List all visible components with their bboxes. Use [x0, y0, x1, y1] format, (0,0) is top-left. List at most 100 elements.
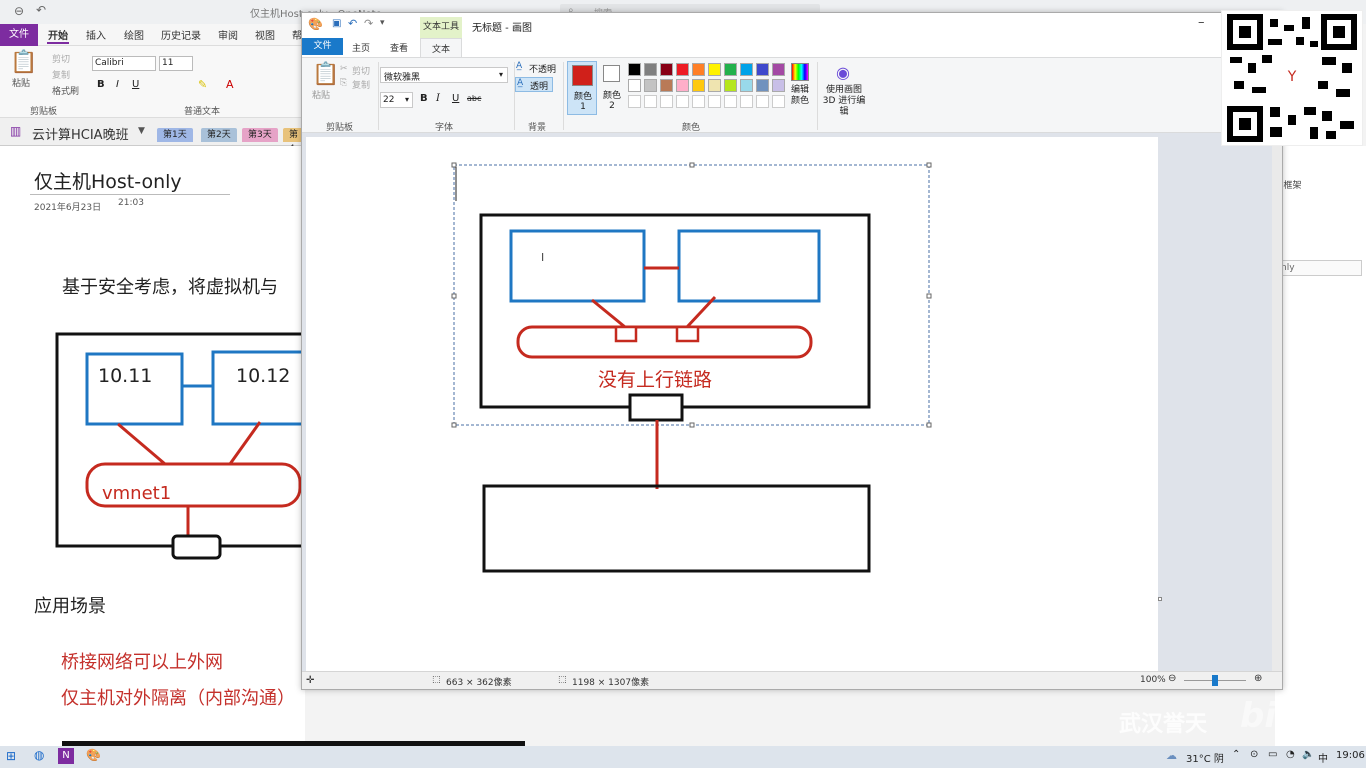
undo-icon[interactable]: ↶ [348, 17, 357, 30]
copy-icon[interactable]: ⎘ [340, 78, 347, 88]
tab-view[interactable]: 视图 [255, 27, 275, 42]
custom-color-slot[interactable] [756, 95, 769, 108]
page-title[interactable]: 仅主机Host-only [34, 167, 182, 194]
palette-swatch[interactable] [660, 63, 673, 76]
intro-line[interactable]: 基于安全考虑，将虚拟机与 [62, 273, 278, 299]
palette-swatch[interactable] [756, 79, 769, 92]
palette-swatch[interactable] [676, 79, 689, 92]
section-tab-2[interactable]: 第2天 [201, 128, 237, 142]
format-painter-label[interactable]: 格式刷 [52, 84, 79, 97]
color1-button[interactable]: 颜色 1 [567, 61, 597, 115]
undo-icon[interactable]: ↶ [36, 3, 46, 17]
tray-icon[interactable]: ⊙ [1250, 749, 1258, 760]
paint3d-button[interactable]: ◉ 使用画图 3D 进行编辑 [820, 61, 868, 117]
tab-insert[interactable]: 插入 [86, 27, 106, 42]
palette-swatch[interactable] [676, 63, 689, 76]
custom-color-slot[interactable] [772, 95, 785, 108]
opaque-button[interactable]: A̲ 不透明 [516, 61, 556, 75]
clock[interactable]: 19:06 [1336, 750, 1365, 761]
zoom-slider-thumb[interactable] [1212, 675, 1218, 686]
paint-size-select[interactable]: 22 ▾ [380, 92, 413, 108]
paint-taskbar-icon[interactable]: 🎨 [86, 748, 101, 762]
edit-colors-button[interactable]: 编辑颜色 [788, 61, 812, 111]
custom-color-slot[interactable] [740, 95, 753, 108]
paint-tab-home[interactable]: 主页 [352, 41, 370, 54]
palette-swatch[interactable] [740, 79, 753, 92]
paint-canvas[interactable]: 没有上行链路 I [306, 137, 1158, 671]
zoom-in-icon[interactable]: ⊕ [1254, 673, 1262, 684]
paint-tab-file[interactable]: 文件 [302, 38, 343, 55]
tray-chevron-icon[interactable]: ⌃ [1232, 749, 1240, 760]
tab-history[interactable]: 历史记录 [161, 27, 201, 42]
palette-swatch[interactable] [660, 79, 673, 92]
bullet-1[interactable]: 桥接网络可以上外网 [61, 648, 223, 674]
minimize-icon[interactable]: – [1198, 15, 1205, 30]
custom-color-slot[interactable] [644, 95, 657, 108]
italic-button[interactable]: I [116, 79, 119, 90]
edge-icon[interactable]: ◍ [34, 748, 44, 762]
start-icon[interactable]: ⊞ [6, 749, 16, 763]
underline-button[interactable]: U [132, 79, 139, 90]
tab-review[interactable]: 审阅 [218, 27, 238, 42]
bullet-2[interactable]: 仅主机对外隔离（内部沟通） [61, 684, 295, 710]
color-palette[interactable] [628, 63, 788, 111]
tab-draw[interactable]: 绘图 [124, 27, 144, 42]
paste-label[interactable]: 粘贴 [12, 76, 30, 89]
ime-indicator[interactable]: 中 [1318, 750, 1328, 765]
right-pane-item[interactable]: nly [1278, 260, 1362, 276]
palette-swatch[interactable] [740, 63, 753, 76]
bold-button[interactable]: B [97, 79, 105, 90]
font-name-select[interactable]: Calibri [92, 56, 156, 71]
palette-swatch[interactable] [756, 63, 769, 76]
custom-color-slot[interactable] [724, 95, 737, 108]
qat-dropdown-icon[interactable]: ▾ [380, 18, 385, 28]
paint-copy-label[interactable]: 复制 [352, 78, 370, 91]
palette-swatch[interactable] [644, 63, 657, 76]
chevron-down-icon[interactable]: ▼ [138, 126, 145, 136]
save-icon[interactable]: ▣ [332, 18, 341, 29]
vertical-scrollbar[interactable] [1272, 133, 1282, 671]
color2-button[interactable]: 颜色 2 [600, 61, 626, 115]
volume-icon[interactable]: 🔈 [1302, 749, 1314, 760]
palette-swatch[interactable] [724, 63, 737, 76]
custom-color-slot[interactable] [708, 95, 721, 108]
font-size-select[interactable]: 11 [159, 56, 193, 71]
palette-swatch[interactable] [772, 79, 785, 92]
paint-paste-icon[interactable]: 📋 [312, 62, 339, 87]
notebook-name[interactable]: 云计算HCIA晚班 [32, 124, 129, 143]
custom-color-slot[interactable] [660, 95, 673, 108]
font-color-icon[interactable]: A [226, 78, 234, 91]
transparent-button[interactable]: A̲ 透明 [515, 77, 553, 92]
section-tab-1[interactable]: 第1天 [157, 128, 193, 142]
paste-icon[interactable]: 📋 [10, 50, 37, 75]
back-icon[interactable]: ⊖ [14, 4, 24, 18]
paint-paste-label[interactable]: 粘贴 [312, 88, 330, 101]
canvas-resize-handle[interactable] [1158, 597, 1162, 601]
paint-italic-button[interactable]: I [436, 93, 440, 104]
network-icon[interactable]: ◔ [1286, 749, 1295, 760]
palette-swatch[interactable] [692, 79, 705, 92]
tab-file[interactable]: 文件 [0, 24, 38, 46]
palette-swatch[interactable] [692, 63, 705, 76]
battery-icon[interactable]: ▭ [1268, 749, 1277, 760]
weather-text[interactable]: 31°C 阴 [1186, 750, 1224, 765]
onenote-taskbar-icon[interactable]: N [58, 748, 74, 764]
custom-color-slot[interactable] [676, 95, 689, 108]
tab-home[interactable]: 开始 [48, 27, 68, 42]
palette-swatch[interactable] [644, 79, 657, 92]
paint-strike-button[interactable]: abc [467, 94, 481, 103]
palette-swatch[interactable] [628, 79, 641, 92]
palette-swatch[interactable] [708, 79, 721, 92]
paint-tab-view[interactable]: 查看 [390, 41, 408, 54]
palette-swatch[interactable] [708, 63, 721, 76]
custom-color-slot[interactable] [628, 95, 641, 108]
copy-label[interactable]: 复制 [52, 68, 70, 81]
section-heading[interactable]: 应用场景 [34, 592, 106, 618]
zoom-out-icon[interactable]: ⊖ [1168, 673, 1176, 684]
palette-swatch[interactable] [772, 63, 785, 76]
custom-color-slot[interactable] [692, 95, 705, 108]
palette-swatch[interactable] [724, 79, 737, 92]
highlight-icon[interactable]: ✎ [198, 78, 207, 91]
paint-font-select[interactable]: 微软雅黑 ▾ [380, 67, 508, 83]
paint-cut-label[interactable]: 剪切 [352, 64, 370, 77]
